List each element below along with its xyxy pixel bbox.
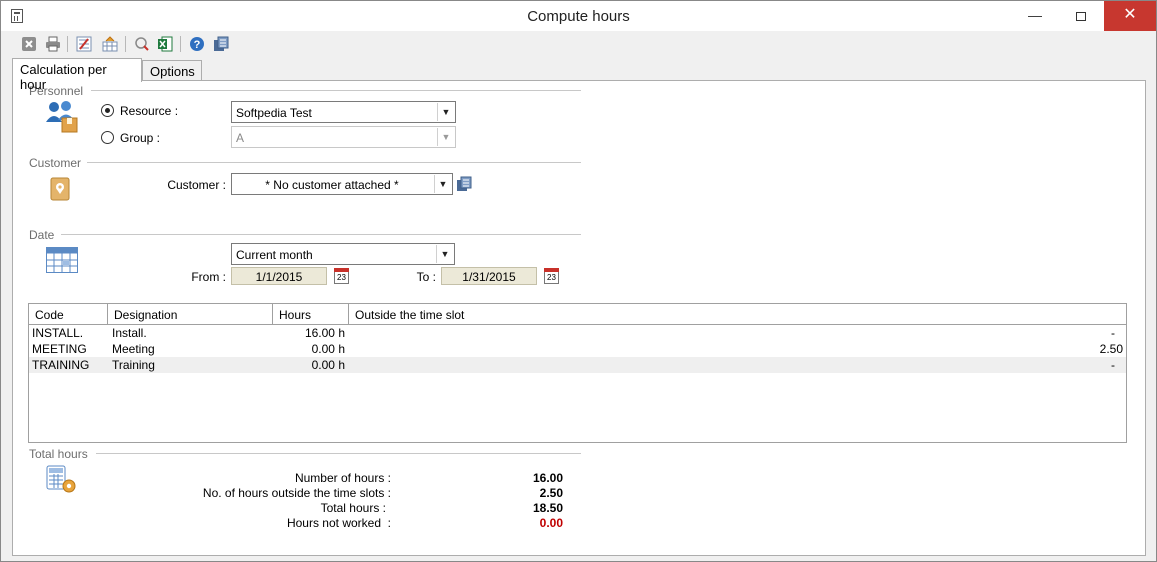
filter-icon[interactable] — [76, 36, 92, 52]
resource-label: Resource : — [120, 104, 179, 118]
table-row[interactable]: MEETING Meeting 0.00 h 2.50 — [29, 341, 1126, 357]
chart-icon[interactable] — [102, 36, 118, 52]
cell-outside: - — [1111, 358, 1115, 372]
cell-designation: Training — [112, 358, 155, 372]
clear-icon[interactable] — [134, 36, 150, 52]
resource-radio[interactable] — [101, 104, 114, 117]
calendar-grid-icon — [46, 247, 78, 273]
column-header-designation[interactable]: Designation — [108, 304, 273, 325]
chevron-down-icon[interactable]: ▼ — [437, 103, 454, 121]
from-label: From : — [191, 270, 226, 284]
customer-dropdown[interactable]: * No customer attached * ▼ — [231, 173, 453, 195]
column-header-code[interactable]: Code — [29, 304, 108, 325]
chevron-down-icon[interactable]: ▼ — [434, 175, 451, 193]
total-hours-icon — [46, 465, 78, 495]
hours-outside-time-slots-label: No. of hours outside the time slots : — [202, 486, 391, 500]
cell-hours: 0.00 h — [311, 358, 345, 372]
help-icon[interactable]: ? — [189, 36, 205, 52]
customer-lookup-icon[interactable] — [456, 176, 472, 192]
period-dropdown[interactable]: Current month ▼ — [231, 243, 455, 265]
total-hours-value: 18.50 — [532, 501, 563, 515]
table-row[interactable]: TRAINING Training 0.00 h - — [29, 357, 1126, 373]
personnel-icon — [45, 100, 79, 134]
group-radio[interactable] — [101, 131, 114, 144]
group-label: Group : — [120, 131, 161, 145]
date-section-header: Date — [29, 228, 55, 242]
section-divider — [61, 234, 581, 235]
group-dropdown[interactable]: A ▼ — [231, 126, 456, 148]
cell-code: TRAINING — [32, 358, 90, 372]
toolbar-separator — [180, 36, 181, 52]
maximize-button[interactable] — [1058, 1, 1104, 31]
from-date-field[interactable]: 1/1/2015 — [231, 267, 327, 285]
total-hours-label: Total hours : — [320, 501, 386, 515]
svg-text:?: ? — [194, 39, 201, 51]
close-window-button[interactable]: ✕ — [1104, 1, 1156, 31]
cell-code: INSTALL. — [32, 326, 84, 340]
cell-outside: - — [1111, 326, 1115, 340]
hours-table: Code Designation Hours Outside the time … — [28, 303, 1127, 443]
toolbar: ? — [1, 31, 1156, 57]
toolbar-separator — [67, 36, 68, 52]
cell-outside: 2.50 — [1099, 342, 1123, 356]
cell-hours: 0.00 h — [311, 342, 345, 356]
excel-icon[interactable] — [157, 36, 173, 52]
resource-dropdown[interactable]: Softpedia Test ▼ — [231, 101, 456, 123]
print-icon[interactable] — [45, 36, 61, 52]
customer-icon — [49, 177, 71, 201]
maximize-icon — [1076, 11, 1086, 21]
table-row[interactable]: INSTALL. Install. 16.00 h - — [29, 325, 1126, 341]
chevron-down-icon[interactable]: ▼ — [437, 128, 454, 146]
tab-calculation-per-hour[interactable]: Calculation per hour — [12, 58, 142, 92]
to-date-field[interactable]: 1/31/2015 — [441, 267, 537, 285]
group-value: A — [236, 131, 245, 145]
tab-options[interactable]: Options — [142, 60, 202, 81]
window-title: Compute hours — [527, 8, 630, 25]
cell-designation: Install. — [112, 326, 147, 340]
customer-label: Customer : — [167, 178, 226, 192]
title-bar: Compute hours — ✕ — [1, 1, 1156, 31]
number-of-hours-label: Number of hours : — [294, 471, 391, 485]
toolbar-separator — [125, 36, 126, 52]
hours-outside-time-slots-value: 2.50 — [539, 486, 563, 500]
section-divider — [91, 90, 581, 91]
compute-hours-window: Compute hours — ✕ ? Calculation per hour… — [0, 0, 1157, 562]
chevron-down-icon[interactable]: ▼ — [436, 245, 453, 263]
cell-hours: 16.00 h — [304, 326, 345, 340]
minimize-button[interactable]: — — [1012, 1, 1058, 31]
resource-value: Softpedia Test — [236, 106, 312, 120]
hours-not-worked-value: 0.00 — [539, 516, 563, 530]
customer-section-header: Customer — [29, 156, 82, 170]
period-value: Current month — [236, 248, 313, 262]
to-label: To : — [416, 270, 436, 284]
customer-value: * No customer attached * — [265, 178, 399, 192]
cell-code: MEETING — [32, 342, 87, 356]
calendar-icon[interactable]: 23 — [544, 268, 559, 284]
window-icon[interactable] — [213, 36, 229, 52]
section-divider — [87, 162, 581, 163]
column-header-hours[interactable]: Hours — [273, 304, 349, 325]
number-of-hours-value: 16.00 — [532, 471, 563, 485]
calendar-icon[interactable]: 23 — [334, 268, 349, 284]
section-divider — [96, 453, 581, 454]
cell-designation: Meeting — [112, 342, 155, 356]
column-header-outside-time-slot[interactable]: Outside the time slot — [349, 304, 1126, 325]
total-hours-section-header: Total hours — [29, 447, 88, 461]
hours-not-worked-label: Hours not worked : — [286, 516, 391, 530]
close-icon[interactable] — [21, 36, 37, 52]
